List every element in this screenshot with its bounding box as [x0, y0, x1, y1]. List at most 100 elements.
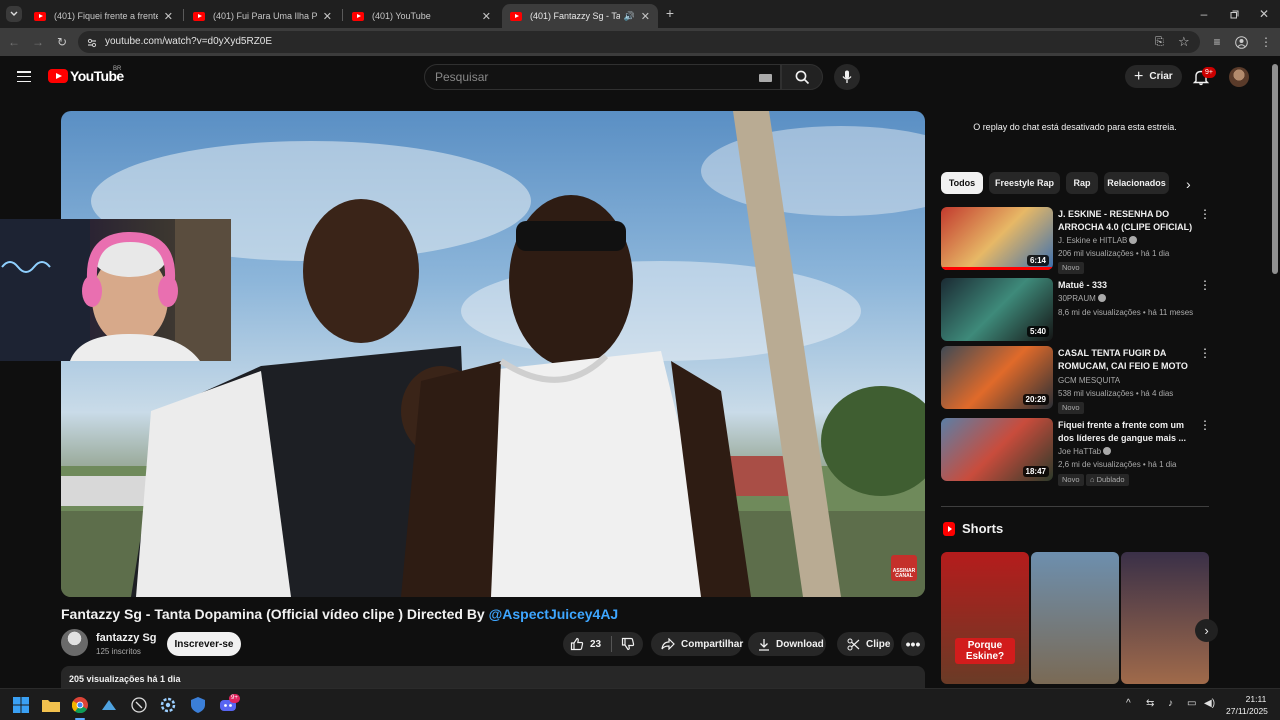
tab-divider — [342, 9, 343, 21]
network-icon[interactable]: ▭ — [1187, 698, 1196, 709]
restore-icon[interactable] — [1226, 6, 1242, 22]
page-scrollbar[interactable] — [1272, 64, 1278, 274]
recommendation-channel[interactable]: J. Eskine e HITLAB — [1058, 236, 1138, 245]
video-thumbnail[interactable]: 6:14 — [941, 207, 1053, 270]
browser-tab-bar: (401) Fiquei frente a frente com u ✕ (40… — [0, 0, 1280, 28]
back-icon[interactable]: ← — [6, 34, 22, 50]
browser-tab[interactable]: (401) Fiquei frente a frente com u ✕ — [26, 4, 181, 28]
video-thumbnail[interactable]: 20:29 — [941, 346, 1053, 409]
video-thumbnail[interactable]: 5:40 — [941, 278, 1053, 341]
recommendation-title[interactable]: J. ESKINE - RESENHA DO ARROCHA 4.0 (CLIP… — [1058, 208, 1195, 234]
clock-time[interactable]: 21:11 — [1236, 694, 1276, 704]
recommendation-menu-icon[interactable]: ⋮ — [1199, 346, 1211, 360]
tab-close-icon[interactable]: ✕ — [482, 10, 491, 23]
sync-icon[interactable]: ⇆ — [1146, 698, 1154, 709]
duration-badge: 20:29 — [1022, 394, 1049, 405]
microphone-tray-icon[interactable]: ♪ — [1168, 698, 1173, 709]
short-thumbnail[interactable] — [1031, 552, 1119, 684]
voice-search-button[interactable] — [834, 64, 860, 90]
dislike-button[interactable] — [612, 632, 643, 656]
install-app-icon[interactable]: ⎘ — [1155, 36, 1164, 49]
security-shield-icon[interactable] — [189, 696, 207, 714]
app-icon[interactable] — [130, 696, 148, 714]
tab-close-icon[interactable]: ✕ — [323, 10, 332, 23]
subscribe-button[interactable]: Inscrever-se — [167, 632, 241, 656]
shorts-next-chevron-icon[interactable]: › — [1195, 619, 1218, 642]
recommendation-menu-icon[interactable]: ⋮ — [1199, 278, 1211, 292]
browser-tab[interactable]: (401) YouTube ✕ — [344, 4, 499, 28]
volume-icon[interactable]: ◀) — [1204, 698, 1215, 709]
minimize-icon[interactable]: – — [1196, 6, 1212, 22]
chip-all[interactable]: Todos — [941, 172, 983, 194]
short-thumbnail[interactable]: Porque Eskine? — [941, 552, 1029, 684]
recommendation-meta: 206 mil visualizações • há 1 dia — [1058, 249, 1170, 258]
tab-close-icon[interactable]: ✕ — [164, 10, 173, 23]
chip-rap[interactable]: Rap — [1066, 172, 1098, 194]
recommendation-menu-icon[interactable]: ⋮ — [1199, 418, 1211, 432]
browser-tab-active[interactable]: (401) Fantazzy Sg - Tanta D 🔊 ✕ — [502, 4, 658, 28]
chips-next-chevron-icon[interactable]: › — [1186, 176, 1191, 192]
speaker-icon[interactable]: 🔊 — [624, 11, 635, 22]
recommendation-item[interactable]: 5:40 Matuê - 333 30PRAUM 8,6 mi de visua… — [941, 278, 1211, 342]
channel-name[interactable]: fantazzy Sg — [96, 632, 157, 644]
forward-icon[interactable]: → — [30, 34, 46, 50]
steam-icon[interactable] — [100, 696, 118, 714]
site-info-icon[interactable] — [86, 36, 98, 48]
views-and-date: 205 visualizações há 1 dia — [69, 674, 181, 684]
duration-badge: 6:14 — [1026, 255, 1049, 266]
search-button[interactable] — [781, 64, 823, 90]
recommendation-menu-icon[interactable]: ⋮ — [1199, 207, 1211, 221]
media-controls-icon[interactable]: ≡ — [1209, 34, 1225, 50]
file-explorer-icon[interactable] — [42, 696, 60, 714]
settings-gear-icon[interactable] — [159, 696, 177, 714]
address-bar[interactable]: youtube.com/watch?v=d0yXyd5RZ0E ⎘ ☆ — [78, 31, 1200, 53]
browser-menu-icon[interactable]: ⋮ — [1258, 34, 1274, 50]
recommendation-item[interactable]: 20:29 CASAL TENTA FUGIR DA ROMUCAM, CAI … — [941, 346, 1211, 414]
recommendation-title[interactable]: Matuê - 333 — [1058, 279, 1195, 292]
short-thumbnail[interactable] — [1121, 552, 1209, 684]
tab-title: (401) Fiquei frente a frente com u — [54, 11, 158, 21]
recommendation-item[interactable]: 18:47 Fiquei frente a frente com um dos … — [941, 418, 1211, 486]
shorts-section-title: Shorts — [962, 521, 1004, 536]
channel-avatar[interactable] — [61, 629, 88, 656]
video-thumbnail[interactable]: 18:47 — [941, 418, 1053, 481]
show-hidden-icons-chevron-icon[interactable]: ^ — [1126, 698, 1131, 709]
close-window-icon[interactable]: ✕ — [1256, 6, 1272, 22]
bookmark-star-icon[interactable]: ☆ — [1178, 34, 1190, 50]
new-tab-button[interactable]: + — [662, 5, 678, 21]
windows-start-icon[interactable] — [12, 696, 30, 714]
thumbs-down-icon — [621, 637, 634, 651]
user-avatar[interactable] — [1229, 67, 1249, 87]
browser-tab[interactable]: (401) Fui Para Uma Ilha Presa D ✕ — [185, 4, 340, 28]
create-label: Criar — [1149, 71, 1173, 82]
recommendation-channel[interactable]: Joe HaTTab — [1058, 447, 1112, 456]
download-button[interactable]: Download — [748, 632, 826, 656]
youtube-page: YouTube BR + Criar 9+ — [0, 56, 1280, 688]
create-button[interactable]: + Criar — [1125, 65, 1182, 88]
more-actions-button[interactable]: ••• — [901, 632, 925, 656]
youtube-logo-icon[interactable] — [48, 69, 68, 83]
reload-icon[interactable]: ↻ — [54, 34, 70, 50]
chip-freestyle-rap[interactable]: Freestyle Rap — [989, 172, 1060, 194]
tab-close-icon[interactable]: ✕ — [641, 10, 650, 23]
youtube-favicon-icon — [352, 11, 364, 21]
recommendation-title[interactable]: CASAL TENTA FUGIR DA ROMUCAM, CAI FEIO E… — [1058, 347, 1195, 373]
profile-icon[interactable] — [1233, 34, 1249, 50]
clip-button[interactable]: Clipe — [837, 632, 894, 656]
director-mention-link[interactable]: @AspectJuicey4AJ — [489, 606, 619, 622]
tab-search-icon[interactable] — [6, 6, 22, 22]
subscribe-watermark[interactable]: ASSINAR CANAL — [891, 555, 917, 581]
menu-icon[interactable] — [17, 71, 31, 83]
description-box[interactable]: 205 visualizações há 1 dia — [61, 666, 925, 688]
keyboard-icon[interactable] — [759, 74, 772, 82]
recommendation-item[interactable]: 6:14 J. ESKINE - RESENHA DO ARROCHA 4.0 … — [941, 207, 1211, 274]
chrome-icon[interactable] — [71, 696, 89, 714]
like-button[interactable]: 23 — [563, 632, 611, 656]
clock-date[interactable]: 27/11/2025 — [1226, 706, 1268, 716]
search-input[interactable] — [435, 70, 735, 84]
share-button[interactable]: Compartilhar — [651, 632, 743, 656]
recommendation-title[interactable]: Fiquei frente a frente com um dos lídere… — [1058, 419, 1195, 445]
chip-related[interactable]: Relacionados — [1104, 172, 1169, 194]
recommendation-channel[interactable]: 30PRAUM — [1058, 294, 1106, 303]
recommendation-channel[interactable]: GCM MESQUITA — [1058, 376, 1120, 385]
